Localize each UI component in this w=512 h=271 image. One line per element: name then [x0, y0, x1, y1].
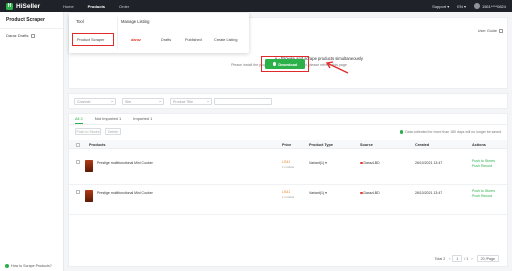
filter-bar: Channel Site Product Title [68, 93, 508, 109]
copy-icon [31, 33, 36, 38]
pagination: Total 2 ‹ 1 / 1 › 20 /Page [435, 255, 501, 262]
push-to-stores-link[interactable]: Push to Stores [472, 159, 495, 163]
table-row: Prestige multifunctional Mini Cooker LS4… [69, 155, 507, 185]
row-checkbox[interactable] [76, 160, 80, 164]
select-all-checkbox[interactable] [76, 142, 80, 147]
product-thumbnail[interactable] [85, 160, 93, 172]
help-link-label: How to Scrape Products? [11, 264, 52, 268]
channel-select[interactable]: Channel [74, 98, 116, 105]
arrow-icon [325, 61, 349, 74]
product-type-dropdown[interactable]: Variant(1) ▾ [309, 191, 327, 195]
page-count: / 1 [464, 256, 469, 261]
column-products: Products [89, 142, 106, 147]
daraz-icon [360, 161, 363, 164]
page-number-input[interactable]: 1 [452, 255, 463, 262]
tab-not-imported[interactable]: Not Imported 1 [95, 116, 121, 124]
table-row: Prestige multifunctional Mini Cooker LS4… [69, 185, 507, 215]
user-avatar[interactable] [473, 3, 480, 9]
price-models: 1 models [282, 165, 295, 169]
product-thumbnail[interactable] [85, 190, 93, 202]
product-title[interactable]: Prestige multifunctional Mini Cooker [97, 161, 153, 165]
highlight-product-scraper [72, 33, 114, 46]
product-source: DarazLBD [360, 191, 380, 195]
column-price: Price [282, 142, 292, 147]
column-product-type: Product Type [309, 142, 333, 147]
product-price: LS41 [282, 190, 291, 194]
created-date: 26/10/2021 13:47 [415, 191, 443, 195]
tabs-divider [69, 124, 507, 125]
retention-notice-text: Data collected for more than 180 days wi… [405, 130, 501, 134]
user-guide-link[interactable]: User Guide [478, 29, 503, 33]
support-menu[interactable]: Support ▾ [432, 4, 449, 9]
row-checkbox[interactable] [76, 190, 80, 194]
pagination-total: Total 2 [434, 256, 446, 261]
page-size-select[interactable]: 20 /Page [476, 255, 499, 262]
daraz-icon [360, 191, 363, 194]
field-select[interactable]: Product Title [170, 98, 212, 105]
product-source: DarazLBD [360, 161, 380, 165]
tab-all[interactable]: All 2 [75, 116, 83, 124]
tab-imported[interactable]: Imported 1 [133, 116, 152, 124]
listing-tabs: All 2 Not Imported 1 Imported 1 [75, 116, 164, 124]
push-record-link[interactable]: Push Record [472, 164, 492, 168]
search-input[interactable] [214, 98, 272, 105]
chevron-down-icon [159, 101, 161, 102]
daraz-logo[interactable]: daraz [131, 38, 141, 42]
nav-products[interactable]: Products [81, 4, 112, 9]
hiseller-logo[interactable]: H HiSeller [6, 2, 56, 10]
menu-item-published[interactable]: Published [185, 38, 202, 42]
push-to-stores-link[interactable]: Push to Stores [472, 189, 495, 193]
language-menu[interactable]: EN ▾ [457, 4, 466, 9]
product-price: LS41 [282, 160, 291, 164]
product-title[interactable]: Prestige multifunctional Mini Cooker [97, 191, 153, 195]
guide-icon [499, 29, 503, 33]
sidebar: Product Scraper Daraz Drafts How to Scra… [0, 12, 64, 271]
retention-notice: Data collected for more than 180 days wi… [399, 130, 501, 134]
logo-text: HiSeller [16, 2, 41, 10]
delete-button[interactable]: Delete [105, 128, 121, 135]
sidebar-title: Product Scraper [0, 12, 63, 29]
push-to-stores-button[interactable]: Push to Stores [75, 128, 101, 135]
logo-mark-icon: H [6, 2, 13, 10]
site-select-label: Site [125, 99, 132, 104]
help-icon [5, 264, 9, 268]
info-icon [399, 130, 404, 134]
product-source-label: DarazLBD [363, 161, 380, 165]
nav-order[interactable]: Order [112, 4, 136, 9]
column-actions: Actions [472, 142, 486, 147]
sidebar-item-label: Daraz Drafts [6, 33, 29, 38]
prev-page-icon[interactable]: ‹ [449, 257, 450, 261]
site-select[interactable]: Site [122, 98, 164, 105]
product-type-dropdown[interactable]: Variant(1) ▾ [309, 161, 327, 165]
top-right-controls: Support ▾ EN ▾ 1561****0824 [424, 0, 506, 12]
user-guide-label: User Guide [477, 29, 497, 33]
main-nav: Home Products Order [56, 4, 136, 9]
banner-headline: e - Browse and scrape products simultane… [275, 56, 363, 61]
created-date: 26/10/2021 13:47 [415, 161, 443, 165]
next-page-icon[interactable]: › [471, 257, 472, 261]
user-account[interactable]: 1561****0824 [482, 4, 506, 9]
nav-home[interactable]: Home [56, 4, 81, 9]
column-created: Created [415, 142, 430, 147]
price-models: 1 models [282, 195, 295, 199]
sidebar-item-daraz-drafts[interactable]: Daraz Drafts [0, 29, 63, 42]
dropdown-tool-title: Tool [76, 19, 84, 24]
dropdown-divider [117, 17, 118, 49]
menu-item-drafts[interactable]: Drafts [161, 38, 171, 42]
top-navigation-bar: H HiSeller Home Products Order Support ▾… [0, 0, 512, 12]
column-source: Source [360, 142, 373, 147]
help-link[interactable]: How to Scrape Products? [5, 264, 52, 268]
chevron-down-icon [207, 101, 209, 102]
product-source-label: DarazLBD [363, 191, 380, 195]
dropdown-manage-title: Manage Listing [121, 19, 150, 24]
highlight-download [261, 56, 309, 72]
field-select-label: Product Title [173, 99, 193, 104]
chevron-down-icon [111, 101, 113, 102]
channel-select-label: Channel [77, 99, 91, 104]
menu-item-create-listing[interactable]: Create Listing [214, 38, 237, 42]
table-header: Products Price Product Type Source Creat… [69, 140, 507, 149]
product-listing: All 2 Not Imported 1 Imported 1 Push to … [68, 113, 508, 267]
push-record-link[interactable]: Push Record [472, 194, 492, 198]
